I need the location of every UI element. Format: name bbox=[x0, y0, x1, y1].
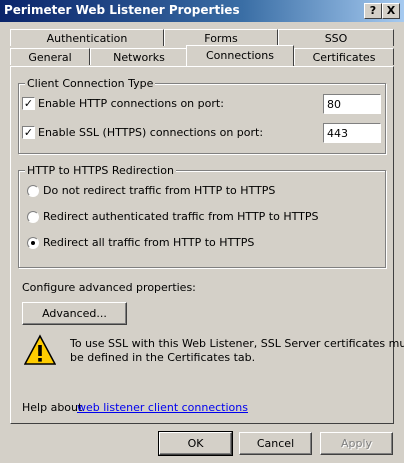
redirection-group-label: HTTP to HTTPS Redirection bbox=[25, 164, 176, 177]
radio-selected-dot bbox=[31, 241, 35, 245]
ssl-port-input[interactable] bbox=[323, 123, 381, 143]
apply-button[interactable]: Apply bbox=[320, 432, 393, 455]
close-button[interactable]: X bbox=[382, 3, 400, 19]
redirect-none-radio[interactable] bbox=[27, 185, 39, 197]
http-port-input[interactable] bbox=[323, 94, 381, 114]
http-checkbox[interactable]: ✓ bbox=[22, 97, 35, 110]
window-title: Perimeter Web Listener Properties bbox=[4, 3, 240, 17]
ok-button[interactable]: OK bbox=[158, 431, 233, 456]
redirect-none-label: Do not redirect traffic from HTTP to HTT… bbox=[43, 184, 276, 197]
cancel-button[interactable]: Cancel bbox=[239, 432, 312, 455]
redirect-all-radio[interactable] bbox=[27, 237, 39, 249]
warning-text-line1: To use SSL with this Web Listener, SSL S… bbox=[70, 337, 404, 350]
redirect-authenticated-label: Redirect authenticated traffic from HTTP… bbox=[43, 210, 319, 223]
tab-certificates[interactable]: Certificates bbox=[294, 48, 394, 65]
http-checkbox-label: Enable HTTP connections on port: bbox=[38, 97, 224, 110]
redirect-all-label: Redirect all traffic from HTTP to HTTPS bbox=[43, 236, 255, 249]
tab-forms[interactable]: Forms bbox=[164, 29, 278, 46]
warning-icon bbox=[24, 334, 56, 365]
warning-text-line2: be defined in the Certificates tab. bbox=[70, 351, 256, 364]
help-prefix: Help about bbox=[22, 401, 83, 414]
tab-connections[interactable]: Connections bbox=[186, 45, 294, 66]
help-link[interactable]: web listener client connections bbox=[77, 401, 248, 414]
help-button[interactable]: ? bbox=[364, 3, 382, 19]
advanced-button[interactable]: Advanced... bbox=[22, 302, 127, 325]
ssl-checkbox[interactable]: ✓ bbox=[22, 126, 35, 139]
advanced-label: Configure advanced properties: bbox=[22, 281, 196, 294]
tab-sso[interactable]: SSO bbox=[278, 29, 394, 46]
client-connection-group-label: Client Connection Type bbox=[25, 77, 156, 90]
tab-authentication[interactable]: Authentication bbox=[10, 29, 164, 46]
title-bar: Perimeter Web Listener Properties ? X bbox=[0, 0, 404, 22]
redirect-authenticated-radio[interactable] bbox=[27, 211, 39, 223]
ssl-checkbox-label: Enable SSL (HTTPS) connections on port: bbox=[38, 126, 264, 139]
tab-general[interactable]: General bbox=[10, 48, 90, 65]
tab-networks[interactable]: Networks bbox=[90, 48, 188, 65]
